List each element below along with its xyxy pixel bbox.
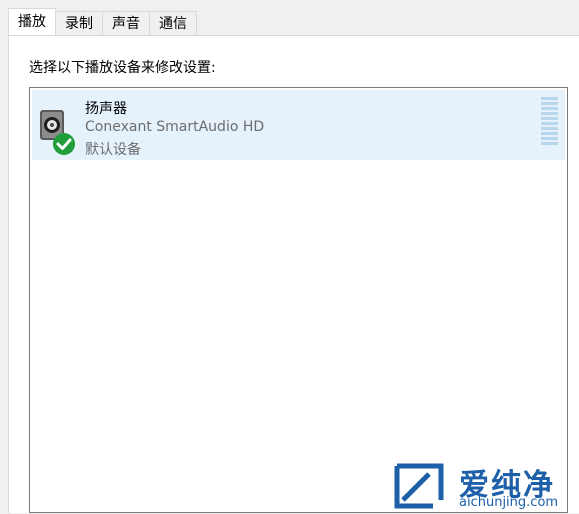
device-name: 扬声器 — [85, 101, 127, 117]
watermark-logo-icon — [389, 460, 447, 510]
tab-recording[interactable]: 录制 — [55, 11, 103, 35]
level-meter-segment — [541, 97, 558, 100]
device-status: 默认设备 — [85, 142, 141, 158]
watermark-url: aichunjing.com — [459, 495, 559, 510]
device-description: Conexant SmartAudio HD — [85, 119, 265, 135]
tab-sounds[interactable]: 声音 — [102, 11, 150, 35]
level-meter-segment — [541, 142, 558, 145]
tab-panel: 选择以下播放设备来修改设置: 扬声器 Conexant SmartAudio H… — [8, 35, 579, 513]
level-meter-segment — [541, 132, 558, 135]
level-meter-segment — [541, 112, 558, 115]
level-meter-segment — [541, 117, 558, 120]
speaker-icon — [36, 104, 80, 156]
device-list[interactable]: 扬声器 Conexant SmartAudio HD 默认设备 — [29, 87, 568, 513]
default-check-icon — [53, 133, 75, 155]
level-meter-segment — [541, 107, 558, 110]
level-meter-segment — [541, 122, 558, 125]
tab-communications[interactable]: 通信 — [149, 11, 197, 35]
volume-level-meter — [541, 97, 558, 147]
device-item-speakers[interactable]: 扬声器 Conexant SmartAudio HD 默认设备 — [32, 90, 565, 160]
tab-playback[interactable]: 播放 — [8, 8, 56, 35]
level-meter-segment — [541, 102, 558, 105]
level-meter-segment — [541, 127, 558, 130]
level-meter-segment — [541, 137, 558, 140]
watermark: 爱纯净 aichunjing.com — [389, 460, 579, 513]
tab-strip: 播放 录制 声音 通信 — [8, 8, 197, 35]
instruction-text: 选择以下播放设备来修改设置: — [29, 60, 216, 76]
